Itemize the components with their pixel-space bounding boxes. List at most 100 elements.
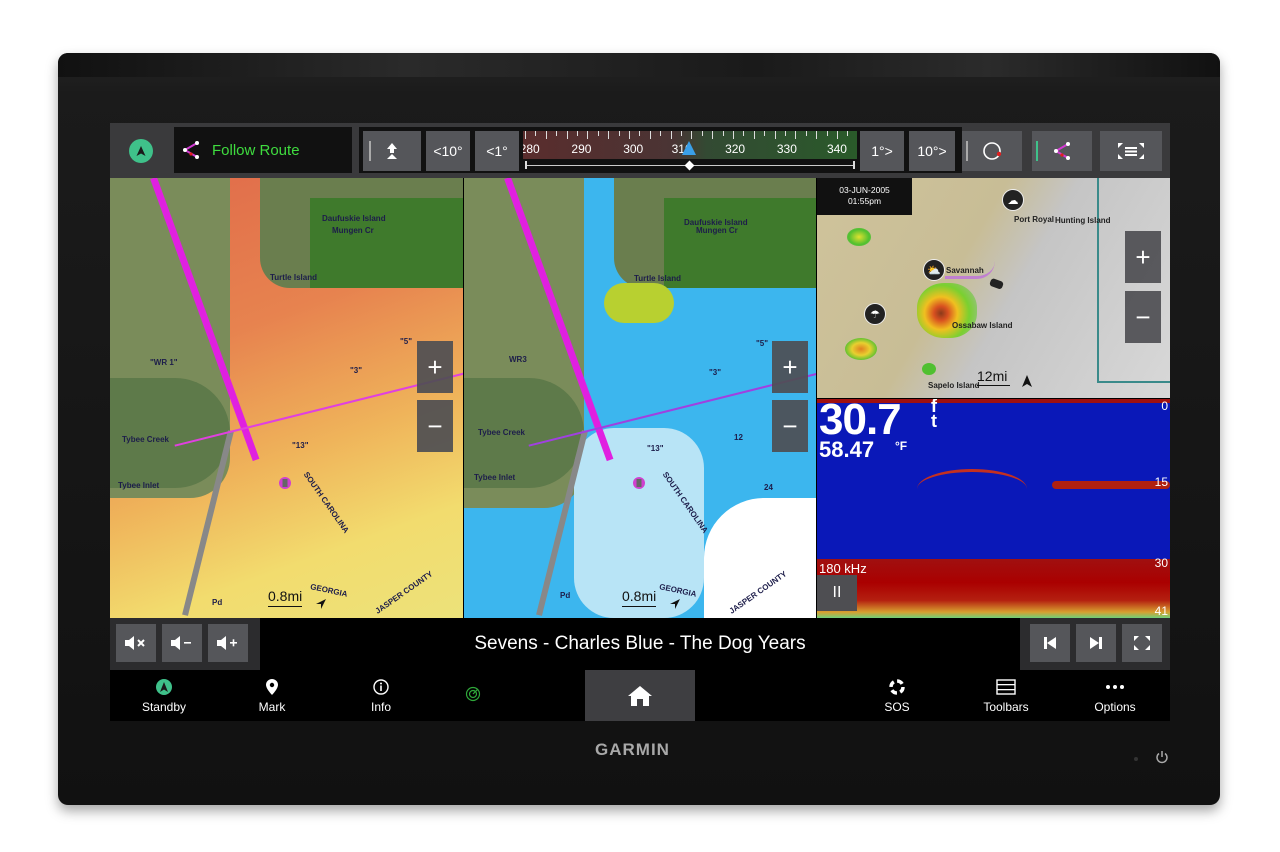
info-icon <box>373 679 389 695</box>
route-icon <box>1054 142 1070 160</box>
info-button[interactable]: Info <box>336 670 426 721</box>
map-label: "5" <box>400 337 413 346</box>
heading-tick <box>535 131 537 136</box>
map-label: 24 <box>764 483 773 492</box>
sonar-return <box>917 469 1027 509</box>
depth-scale-mark: 30 <box>1154 556 1168 570</box>
depth-scale-mark: 0 <box>1161 399 1168 413</box>
partly-sunny-icon: ⛅ <box>923 259 945 281</box>
heading-tick <box>774 131 776 139</box>
map-label: Daufuskie Island <box>322 214 386 223</box>
home-icon <box>628 685 652 706</box>
circle-pattern-button[interactable] <box>962 131 1022 171</box>
volume-down-button[interactable] <box>162 624 202 662</box>
sos-button[interactable]: SOS <box>852 670 942 721</box>
circle-pattern-icon <box>983 142 1002 160</box>
land-area <box>110 378 230 488</box>
standby-button[interactable]: Standby <box>119 670 209 721</box>
media-bar: Sevens - Charles Blue - The Dog Years <box>110 618 1170 670</box>
zoom-in-button[interactable]: + <box>1125 231 1161 283</box>
map-label: Port Royal <box>1014 215 1055 224</box>
heading-tick <box>691 131 693 139</box>
mark-button[interactable]: Mark <box>227 670 317 721</box>
water-temperature: 58.47 <box>819 437 875 462</box>
heading-tick-label: 330 <box>776 142 797 156</box>
next-track-button[interactable] <box>1076 624 1116 662</box>
skip-forward-icon <box>1090 637 1102 649</box>
heading-tick <box>764 131 766 136</box>
toolbars-button[interactable]: Toolbars <box>961 670 1051 721</box>
heading-tick <box>639 131 641 136</box>
steer-starboard-10-button[interactable]: 10°> <box>909 131 955 171</box>
route-toggle-button[interactable] <box>1032 131 1092 171</box>
island-area <box>664 198 816 288</box>
now-playing-track[interactable]: Sevens - Charles Blue - The Dog Years <box>260 618 1020 670</box>
heading-pointer-icon <box>682 141 696 155</box>
heading-tick <box>722 131 724 136</box>
map-label: Turtle Island <box>634 274 681 283</box>
map-label: GEORGIA <box>309 582 349 599</box>
mark-label: Mark <box>258 700 286 714</box>
scale-bar <box>977 385 1010 386</box>
steer-starboard-1-button[interactable]: 1°> <box>860 131 904 171</box>
zoom-out-button[interactable]: − <box>772 400 808 452</box>
heading-tick <box>847 131 849 136</box>
pause-icon: II <box>832 584 842 601</box>
standby-label: Standby <box>141 700 187 714</box>
follow-route-status[interactable]: Follow Route <box>174 127 352 173</box>
options-button[interactable]: Options <box>1070 670 1160 721</box>
heading-tick <box>608 131 610 139</box>
options-label: Options <box>1094 700 1136 714</box>
heading-tick-label: 280 <box>523 142 540 156</box>
map-label: Pd <box>212 598 223 607</box>
heading-tick <box>577 131 578 136</box>
scale-label: 0.8mi <box>622 588 657 604</box>
heading-tick-label: 300 <box>623 142 644 156</box>
previous-track-button[interactable] <box>1030 624 1070 662</box>
steer-port-1-button[interactable]: <1° <box>475 131 519 171</box>
fullscreen-icon <box>1134 636 1150 650</box>
top-toolbar: Follow Route <10° <1° 280 290 300 310 32… <box>110 123 1170 178</box>
map-label: Tybee Inlet <box>474 473 516 482</box>
navigation-status-button[interactable] <box>110 123 172 178</box>
vessel-icon <box>989 278 1004 289</box>
map-label: Mungen Cr <box>332 226 374 235</box>
zoom-in-button[interactable]: + <box>772 341 808 393</box>
sonar-pause-button[interactable]: II <box>817 575 857 611</box>
map-label: "13" <box>647 444 664 453</box>
island-area <box>310 198 463 288</box>
skip-back-icon <box>1044 637 1056 649</box>
power-icon[interactable] <box>1155 750 1169 764</box>
temperature-unit: °F <box>895 439 908 453</box>
heading-tick <box>753 131 755 139</box>
radar-icon <box>465 686 481 702</box>
weather-time: 01:55pm <box>847 196 882 206</box>
depth-scale-mark: 15 <box>1154 475 1168 489</box>
steer-port-10-button[interactable]: <10° <box>426 131 470 171</box>
expand-media-button[interactable] <box>1122 624 1162 662</box>
zoom-out-button[interactable]: − <box>1125 291 1161 343</box>
scale-label: 12mi <box>977 368 1008 384</box>
home-button[interactable] <box>585 670 695 721</box>
zoom-out-button[interactable]: − <box>417 400 453 452</box>
sonar-return <box>1052 481 1170 489</box>
fullscreen-menu-button[interactable] <box>1100 131 1162 171</box>
heading-tick <box>785 131 786 136</box>
scale-bar <box>268 606 302 607</box>
zoom-in-button[interactable]: + <box>417 341 453 393</box>
chart-pane-relief[interactable]: Daufuskie Island Mungen Cr Turtle Island… <box>110 178 463 618</box>
heading-tick-label: 320 <box>725 142 746 156</box>
weather-radar-pane[interactable]: 03-JUN-2005 01:55pm ☁ ⛅ ☂ Port Royal Hun… <box>817 178 1170 398</box>
bottom-navigation: Standby Mark Info SOS Toolbars Options <box>110 670 1170 721</box>
mute-button[interactable] <box>116 624 156 662</box>
radar-button[interactable] <box>428 670 518 721</box>
heading-tick <box>712 131 714 139</box>
map-label: Ossabaw Island <box>952 321 1013 330</box>
sonar-pane[interactable]: 30.7 ft 58.47 °F 180 kHz 0 15 30 41 II <box>817 399 1170 618</box>
heading-tape[interactable]: 280 290 300 310 320 330 340 <box>523 131 857 171</box>
volume-up-button[interactable] <box>208 624 248 662</box>
chart-pane-navionics[interactable]: Daufuskie Island Mungen Cr Turtle Island… <box>464 178 816 618</box>
map-label: Tybee Creek <box>122 435 169 444</box>
heading-tick-label: 340 <box>826 142 847 156</box>
heading-hold-button[interactable] <box>363 131 421 171</box>
